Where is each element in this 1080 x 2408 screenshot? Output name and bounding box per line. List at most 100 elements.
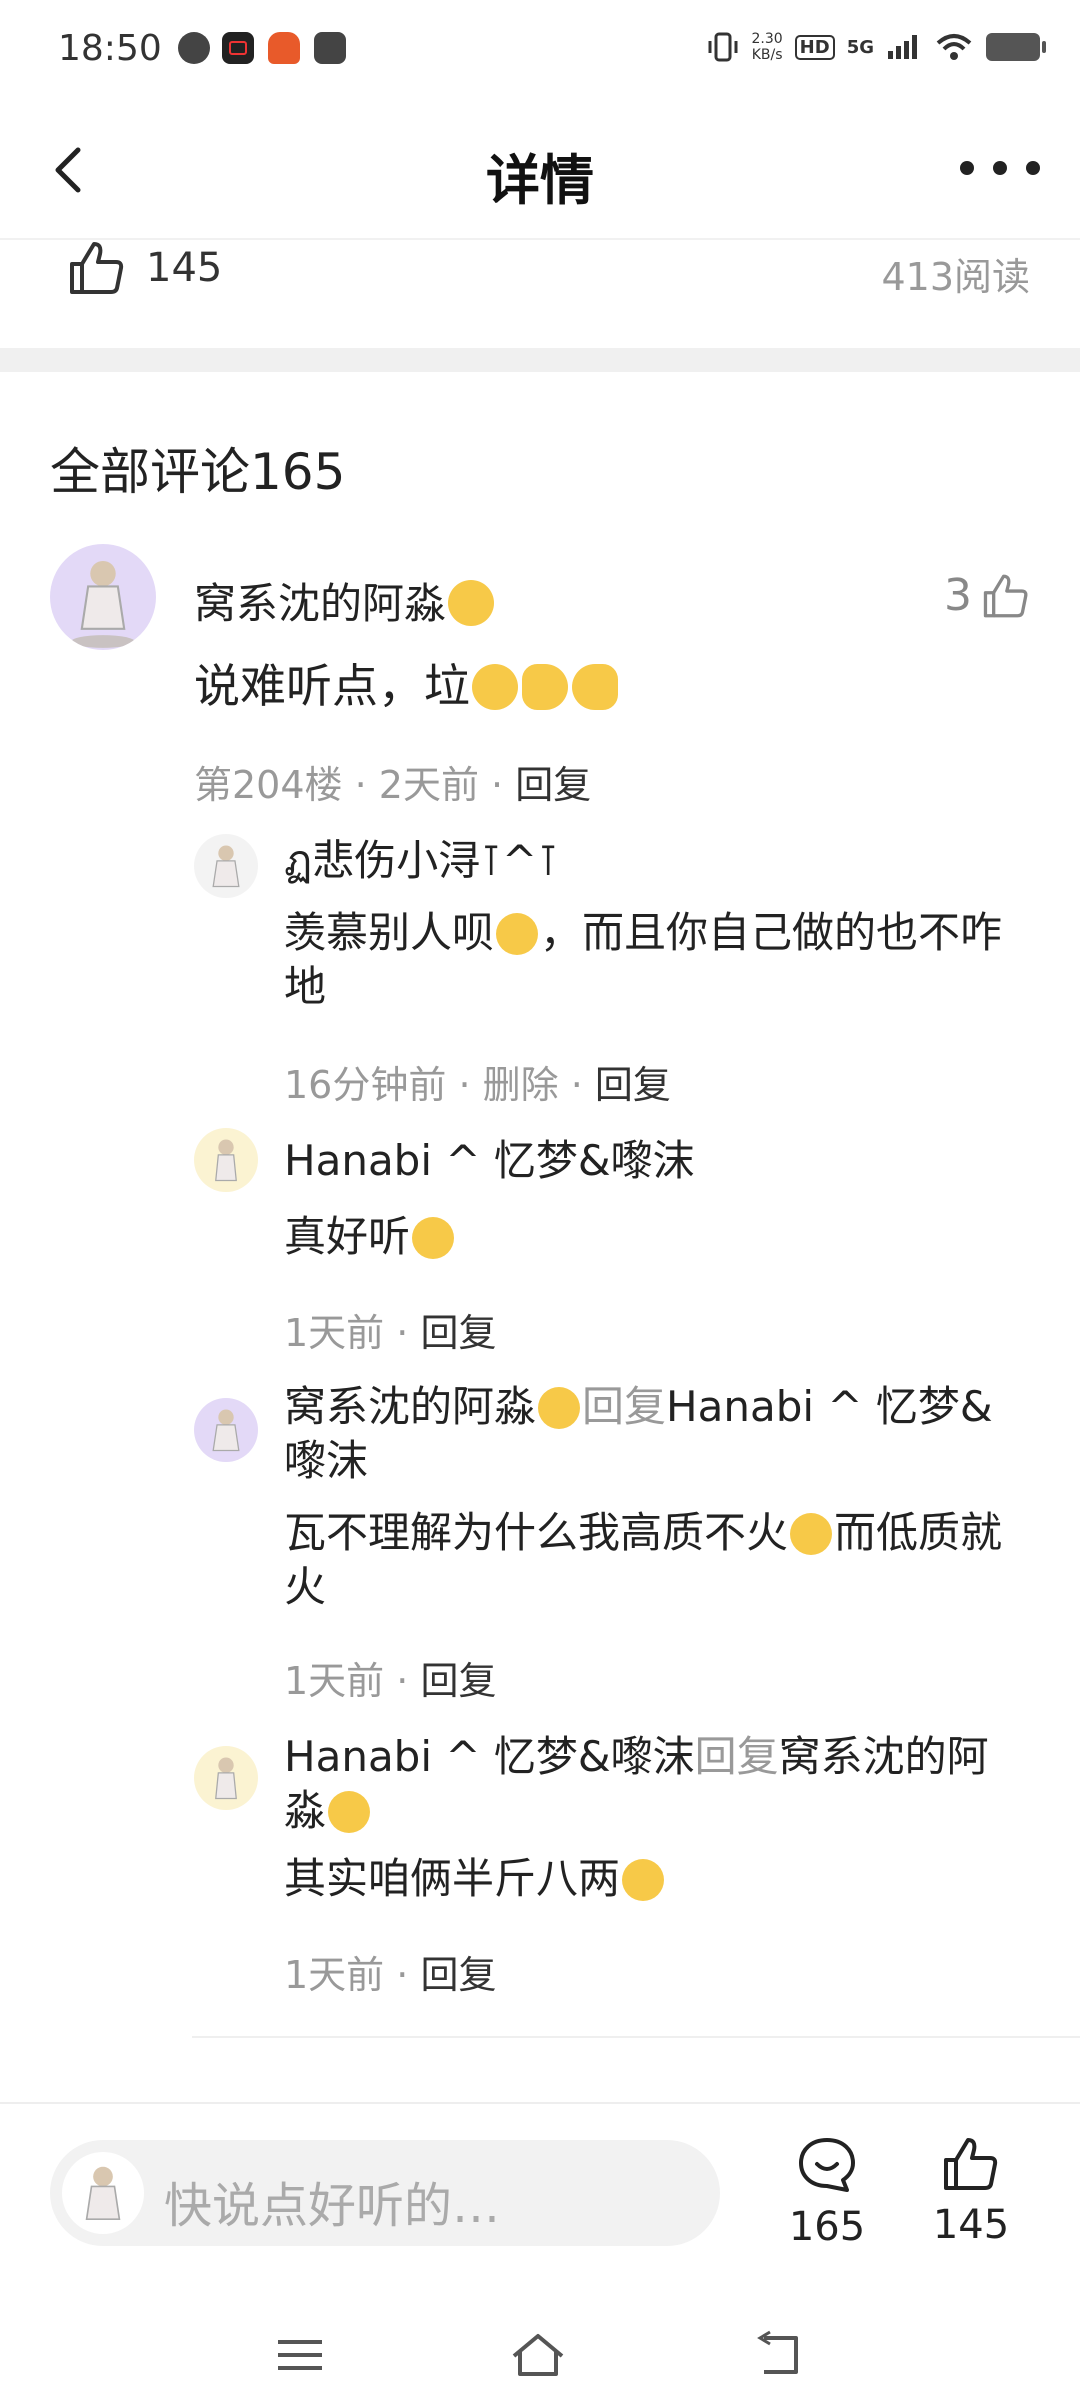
pointing-left-emoji-icon (572, 664, 618, 710)
home-icon[interactable] (508, 2330, 568, 2380)
comment-bubble-icon (799, 2138, 855, 2192)
post-like-count: 145 (146, 245, 223, 291)
reply-time: 1天前 (284, 1311, 385, 1355)
reply-meta: 1天前 · 回复 (284, 1311, 497, 1355)
reply-text-content: 真好听 (284, 1212, 411, 1261)
avatar-figure-icon (212, 845, 240, 888)
reply-author[interactable]: Hanabi ^ 忆梦&嚟沫 (284, 1134, 695, 1188)
reply-button[interactable]: 回复 (420, 1659, 496, 1703)
reply-time: 16分钟前 (284, 1063, 447, 1107)
reply-text: 其实咱俩半斤八两 (284, 1852, 666, 1906)
avatar-figure-icon (215, 1757, 237, 1800)
reply-text-content: 其实咱俩半斤八两 (284, 1854, 621, 1903)
reply-author[interactable]: Hanabi ^ 忆梦&嚟沫 (284, 1732, 695, 1781)
pointing-right-emoji-icon (522, 664, 568, 710)
like-count: 145 (932, 2202, 1010, 2248)
comment-floor: 第204楼 (194, 763, 343, 807)
network-speed: 2.30 KB/s (752, 31, 783, 63)
slight-smile-emoji-icon (622, 1859, 665, 1901)
eye-roll-emoji-icon (538, 1387, 581, 1429)
comment-divider (192, 2036, 1080, 2038)
comment-text-content: 说难听点，垃 (194, 659, 470, 713)
thumbs-up-icon (70, 242, 124, 294)
reply-meta: 16分钟前 · 删除 · 回复 (284, 1063, 671, 1107)
avatar[interactable] (194, 1746, 258, 1810)
battery-icon (986, 33, 1046, 61)
like-button[interactable]: 145 (916, 2136, 1026, 2248)
reply-button[interactable]: 回复 (515, 763, 591, 807)
eye-roll-emoji-icon (328, 1791, 371, 1833)
reply-author[interactable]: 窝系沈的阿淼 (284, 1382, 536, 1431)
avatar-figure-icon (71, 560, 135, 648)
comment-count: 165 (788, 2204, 866, 2250)
comment-like-count: 3 (944, 570, 972, 621)
comment-author[interactable]: 窝系沈的阿淼 (194, 570, 496, 631)
reply-text: 羡慕别人呗 ，而且你自己做的也不咋地 (284, 906, 1014, 1014)
more-options-icon[interactable] (960, 148, 1040, 188)
status-bar: 18:50 2.30 KB/s HD 5G (0, 0, 1080, 100)
wifi-icon (936, 34, 972, 60)
reply-text-content: 羡慕别人呗 (284, 908, 495, 957)
thumbs-up-icon (944, 2138, 998, 2190)
vibrate-icon (708, 32, 737, 62)
post-like-button[interactable]: 145 (68, 240, 222, 296)
delete-button[interactable]: 删除 (483, 1063, 559, 1107)
read-count: 413阅读 (881, 255, 1030, 299)
reply-author[interactable]: ฏ悲伤小浔⊺^⊺ (284, 834, 559, 888)
thumbs-up-icon (983, 574, 1028, 617)
composer-divider (0, 2102, 1080, 2104)
avatar[interactable] (194, 1398, 258, 1462)
comment-like-button[interactable]: 3 (944, 570, 1030, 621)
top-nav-bar: 详情 (0, 100, 1080, 240)
reply-author-line: Hanabi ^ 忆梦&嚟沫回复窝系沈的阿淼 (284, 1730, 1024, 1838)
signal-icon (888, 35, 917, 59)
comments-button[interactable]: 165 (772, 2136, 882, 2250)
reply-time: 1天前 (284, 1659, 385, 1703)
game-notification-icon (268, 32, 300, 64)
reply-text-content: 瓦不理解为什么我高质不火 (284, 1508, 789, 1557)
comments-header: 全部评论165 (50, 443, 346, 501)
status-time: 18:50 (58, 28, 162, 69)
my-avatar (62, 2152, 144, 2234)
reply-to-label: 回复 (694, 1732, 779, 1781)
slight-smile-emoji-icon (412, 1217, 455, 1259)
avatar[interactable] (194, 834, 258, 898)
message-notification-icon (314, 32, 346, 64)
system-nav-bar (0, 2290, 1080, 2408)
reply-button[interactable]: 回复 (595, 1063, 671, 1107)
post-stats-row: 145 413阅读 (0, 240, 1080, 348)
back-icon[interactable] (750, 2330, 810, 2380)
status-right: 2.30 KB/s HD 5G (706, 30, 1046, 64)
comment-text: 说难听点，垃 (194, 658, 620, 714)
reply-to-label: 回复 (582, 1382, 667, 1431)
comment-meta: 第204楼 · 2天前 · 回复 (194, 763, 592, 807)
recording-icon (222, 32, 254, 64)
avatar-figure-icon (212, 1409, 240, 1452)
network-type: 5G (846, 36, 874, 58)
frowning-emoji-icon (790, 1513, 833, 1555)
reply-button[interactable]: 回复 (420, 1311, 496, 1355)
reply-meta: 1天前 · 回复 (284, 1953, 497, 1997)
page-title: 详情 (486, 149, 594, 212)
avatar[interactable] (50, 544, 156, 650)
reply-time: 1天前 (284, 1953, 385, 1997)
reply-button[interactable]: 回复 (420, 1953, 496, 1997)
comment-time: 2天前 (378, 763, 479, 807)
app-notification-icon (178, 32, 210, 64)
comment-author-name: 窝系沈的阿淼 (194, 579, 447, 628)
avatar-figure-icon (85, 2166, 121, 2221)
hd-badge: HD (794, 34, 835, 60)
smiling-emoji-icon (472, 664, 518, 710)
comment-input-placeholder: 快说点好听的… (164, 2178, 501, 2234)
comment-input[interactable]: 快说点好听的… (50, 2140, 720, 2246)
avatar[interactable] (194, 1128, 258, 1192)
avatar-figure-icon (215, 1139, 237, 1182)
menu-icon[interactable] (270, 2330, 330, 2380)
eye-roll-emoji-icon (448, 580, 495, 626)
network-speed-unit: KB/s (751, 47, 783, 63)
reply-text: 真好听 (284, 1210, 456, 1264)
section-divider (0, 348, 1080, 372)
heart-eyes-emoji-icon (496, 913, 539, 955)
reply-author-line: 窝系沈的阿淼 回复Hanabi ^ 忆梦&嚟沫 (284, 1380, 1024, 1488)
reply-meta: 1天前 · 回复 (284, 1659, 497, 1703)
